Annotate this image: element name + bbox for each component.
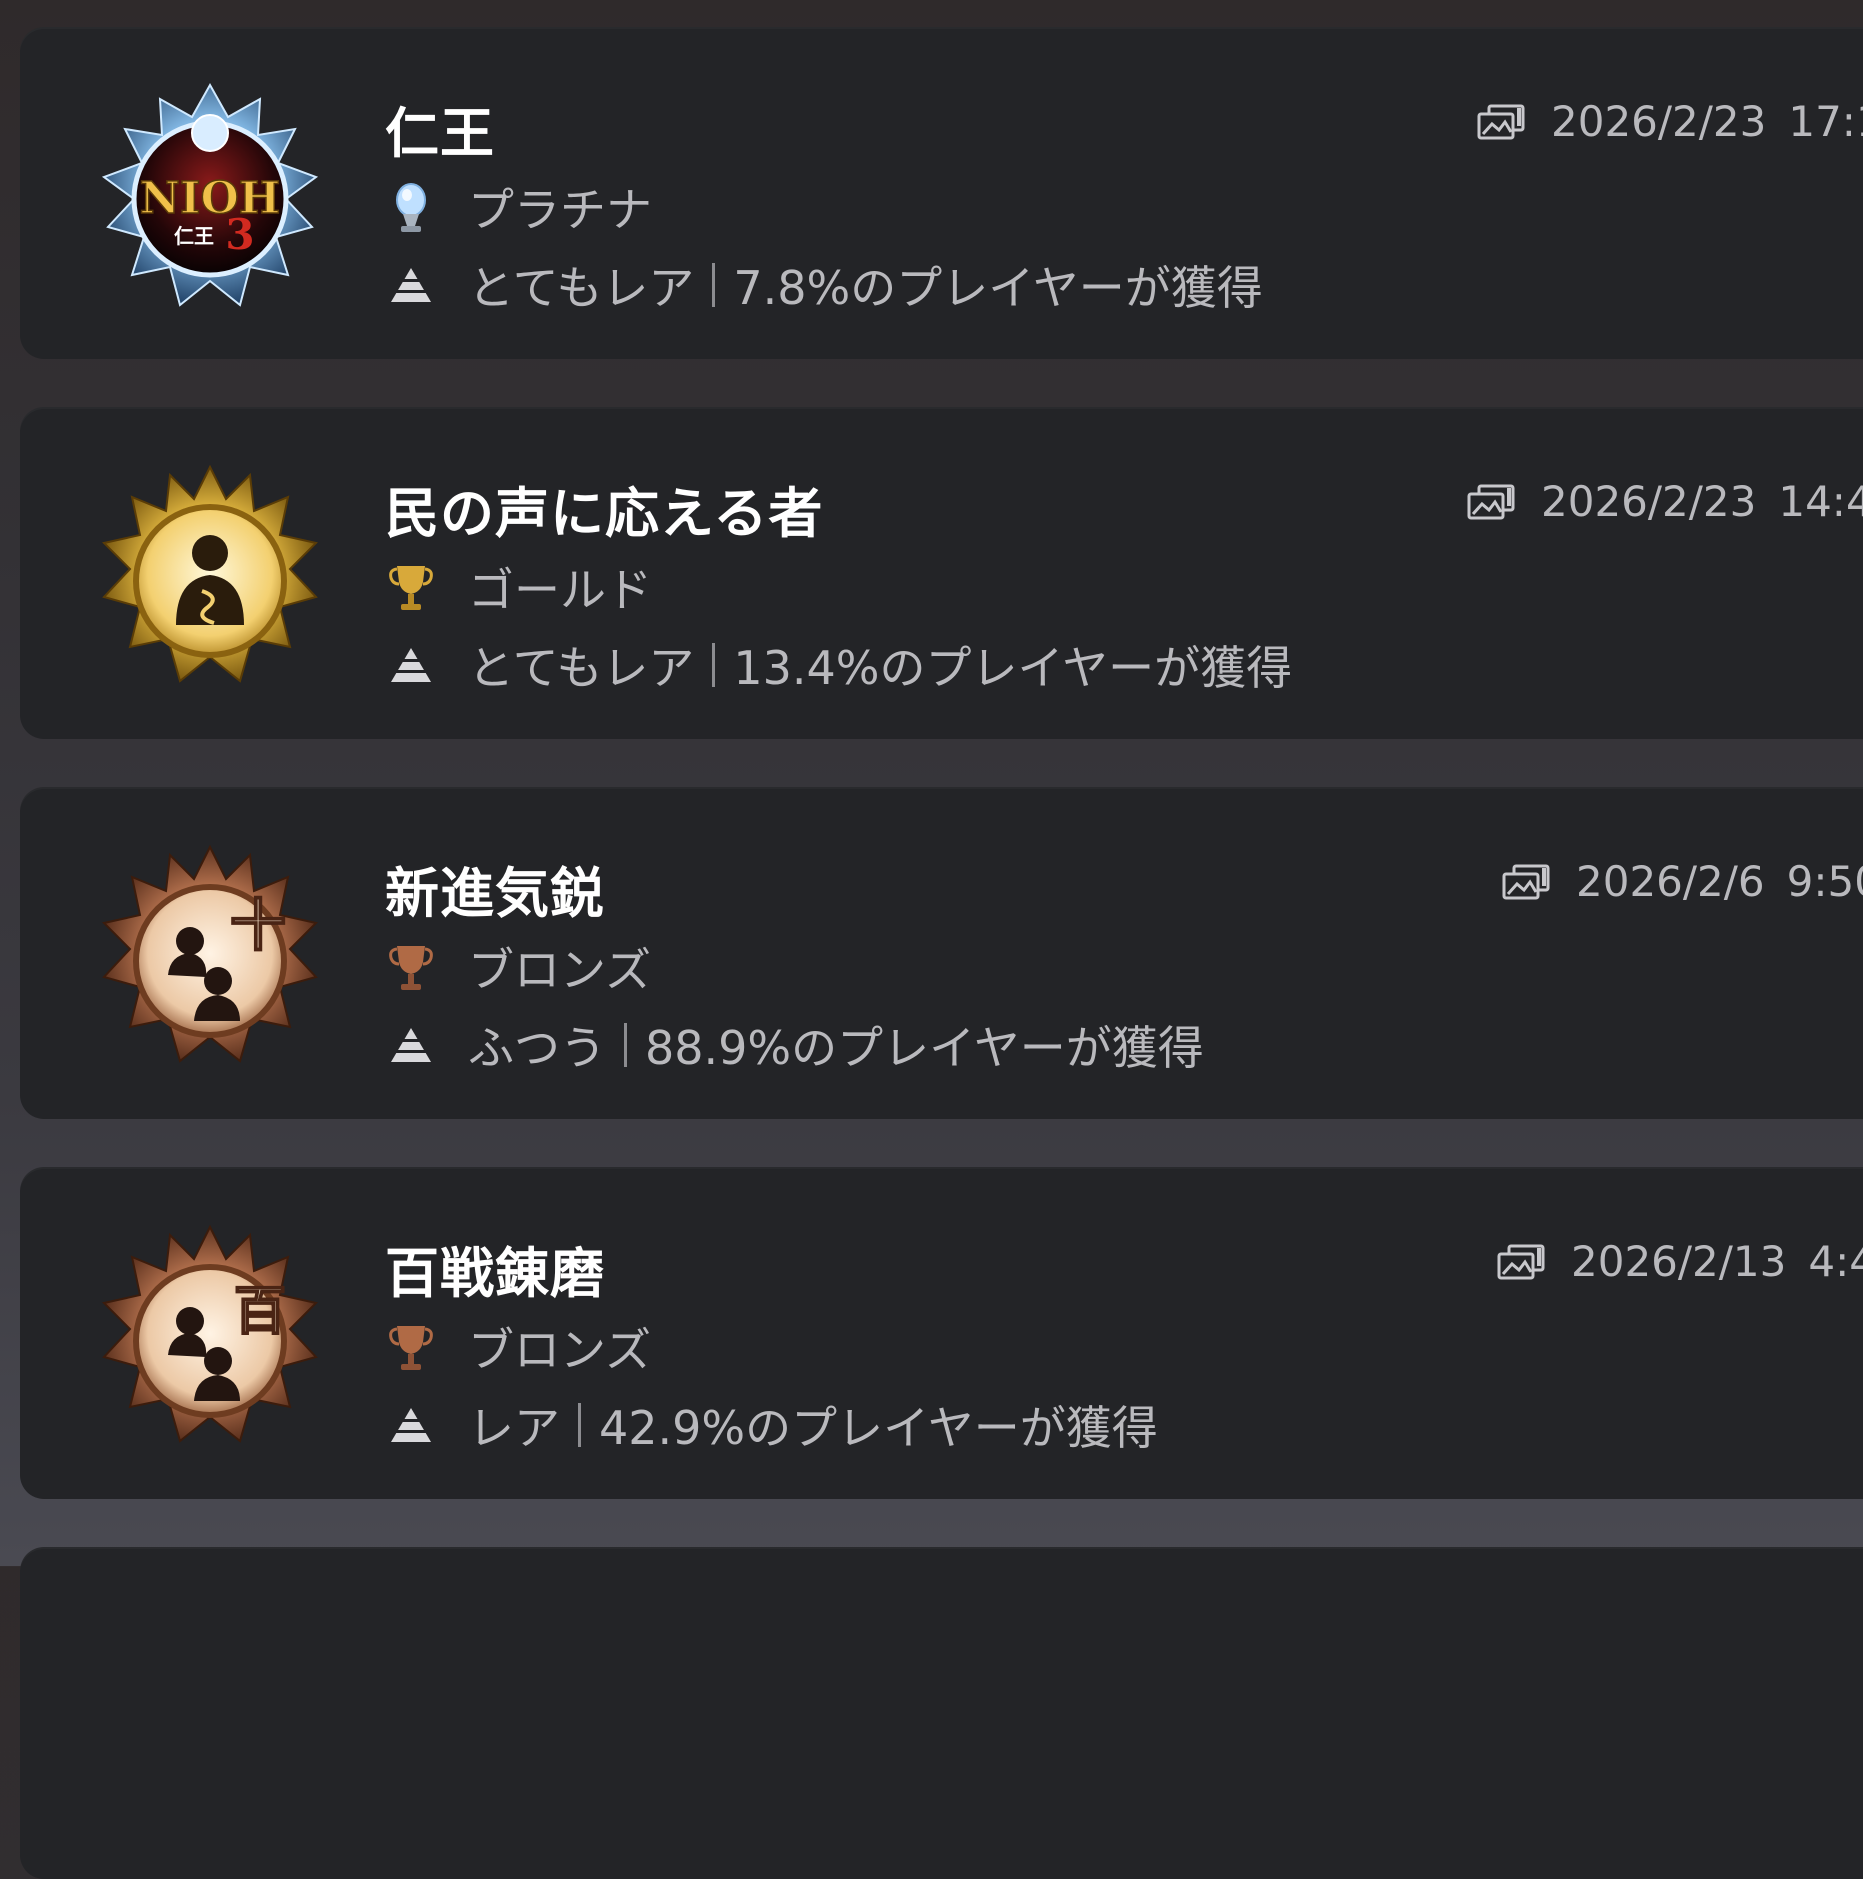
screenshot-gallery-icon[interactable] [1500,862,1554,902]
trophy-card[interactable]: 百 百戦錬磨 ブロンズ レア 42.9%のプレイヤーが獲得 2026/2/13 … [20,1167,1863,1499]
grade-label: ブロンズ [468,1323,652,1377]
platinum-trophy-icon [396,183,426,232]
earned-date: 2026/2/13 4:41 [1495,1237,1863,1286]
earned-percent-text: 7.8%のプレイヤーが獲得 [733,261,1263,315]
gold-trophy-icon [389,566,433,610]
bronze-trophy-icon [389,1326,433,1370]
trophy-badge-bronze-icon: 百 [102,1224,318,1443]
svg-text:百: 百 [234,1281,286,1342]
svg-text:NIOH: NIOH [140,173,281,224]
date-text: 2026/2/23 [1541,477,1757,526]
trophy-name: 民の声に応える者 [385,482,824,545]
separator [712,643,716,687]
trophy-grade: プラチナ [388,177,652,237]
svg-text:3: 3 [225,210,254,259]
date-text: 2026/2/13 [1571,1237,1787,1286]
rarity-pyramid-icon [388,648,434,682]
time-text: 17:14 [1788,97,1863,146]
separator [624,1023,627,1067]
rarity-pyramid-icon [388,268,434,302]
trophy-badge-gold-icon [102,464,318,683]
grade-label: ゴールド [468,563,652,617]
trophy-badge-platinum-icon: NIOH 仁王 3 [101,82,319,307]
date-text: 2026/2/6 [1576,857,1765,906]
earned-percent-text: 88.9%のプレイヤーが獲得 [645,1021,1204,1075]
grade-label: ブロンズ [468,943,652,997]
trophy-rarity: レア 42.9%のプレイヤーが獲得 [388,1395,1158,1455]
trophy-list: NIOH 仁王 3 仁王 プラチナ とてもレア 7.8%のプレイヤーが獲得 20… [0,0,1863,1879]
trophy-card-partial[interactable] [20,1547,1863,1879]
svg-text:仁王: 仁王 [174,224,214,248]
screenshot-gallery-icon[interactable] [1475,102,1529,142]
trophy-grade: ゴールド [388,557,652,617]
screenshot-gallery-icon[interactable] [1495,1242,1549,1282]
trophy-rarity: とてもレア 13.4%のプレイヤーが獲得 [388,635,1292,695]
grade-label: プラチナ [468,183,652,237]
trophy-name: 仁王 [385,102,495,165]
date-text: 2026/2/23 [1551,97,1767,146]
trophy-name: 百戦錬磨 [385,1242,605,1305]
rarity-level: レア [468,1401,560,1455]
trophy-card[interactable]: NIOH 仁王 3 仁王 プラチナ とてもレア 7.8%のプレイヤーが獲得 20… [20,27,1863,359]
time-text: 9:50 [1786,857,1863,906]
trophy-name: 新進気鋭 [385,862,605,925]
earned-date: 2026/2/6 9:50 [1500,857,1863,906]
trophy-rarity: とてもレア 7.8%のプレイヤーが獲得 [388,255,1263,315]
bronze-trophy-icon [389,946,433,990]
svg-text:十: 十 [230,893,286,959]
trophy-rarity: ふつう 88.9%のプレイヤーが獲得 [388,1015,1204,1075]
rarity-level: ふつう [468,1021,606,1075]
earned-percent-text: 42.9%のプレイヤーが獲得 [599,1401,1158,1455]
trophy-card[interactable]: 十 新進気鋭 ブロンズ ふつう 88.9%のプレイヤーが獲得 2026/2/6 … [20,787,1863,1119]
separator [578,1403,581,1447]
rarity-pyramid-icon [388,1028,434,1062]
time-text: 14:42 [1778,477,1863,526]
rarity-pyramid-icon [388,1408,434,1442]
trophy-card[interactable]: 民の声に応える者 ゴールド とてもレア 13.4%のプレイヤーが獲得 2026/… [20,407,1863,739]
earned-percent-text: 13.4%のプレイヤーが獲得 [733,641,1293,695]
separator [712,263,716,307]
trophy-grade: ブロンズ [388,1317,651,1377]
trophy-grade: ブロンズ [388,937,651,997]
earned-date: 2026/2/23 14:42 [1465,477,1863,526]
rarity-level: とてもレア [468,261,695,315]
earned-date: 2026/2/23 17:14 [1475,97,1863,146]
trophy-badge-bronze-icon: 十 [102,844,318,1063]
screenshot-gallery-icon[interactable] [1465,482,1519,522]
time-text: 4:41 [1808,1237,1863,1286]
rarity-level: とてもレア [468,641,695,695]
